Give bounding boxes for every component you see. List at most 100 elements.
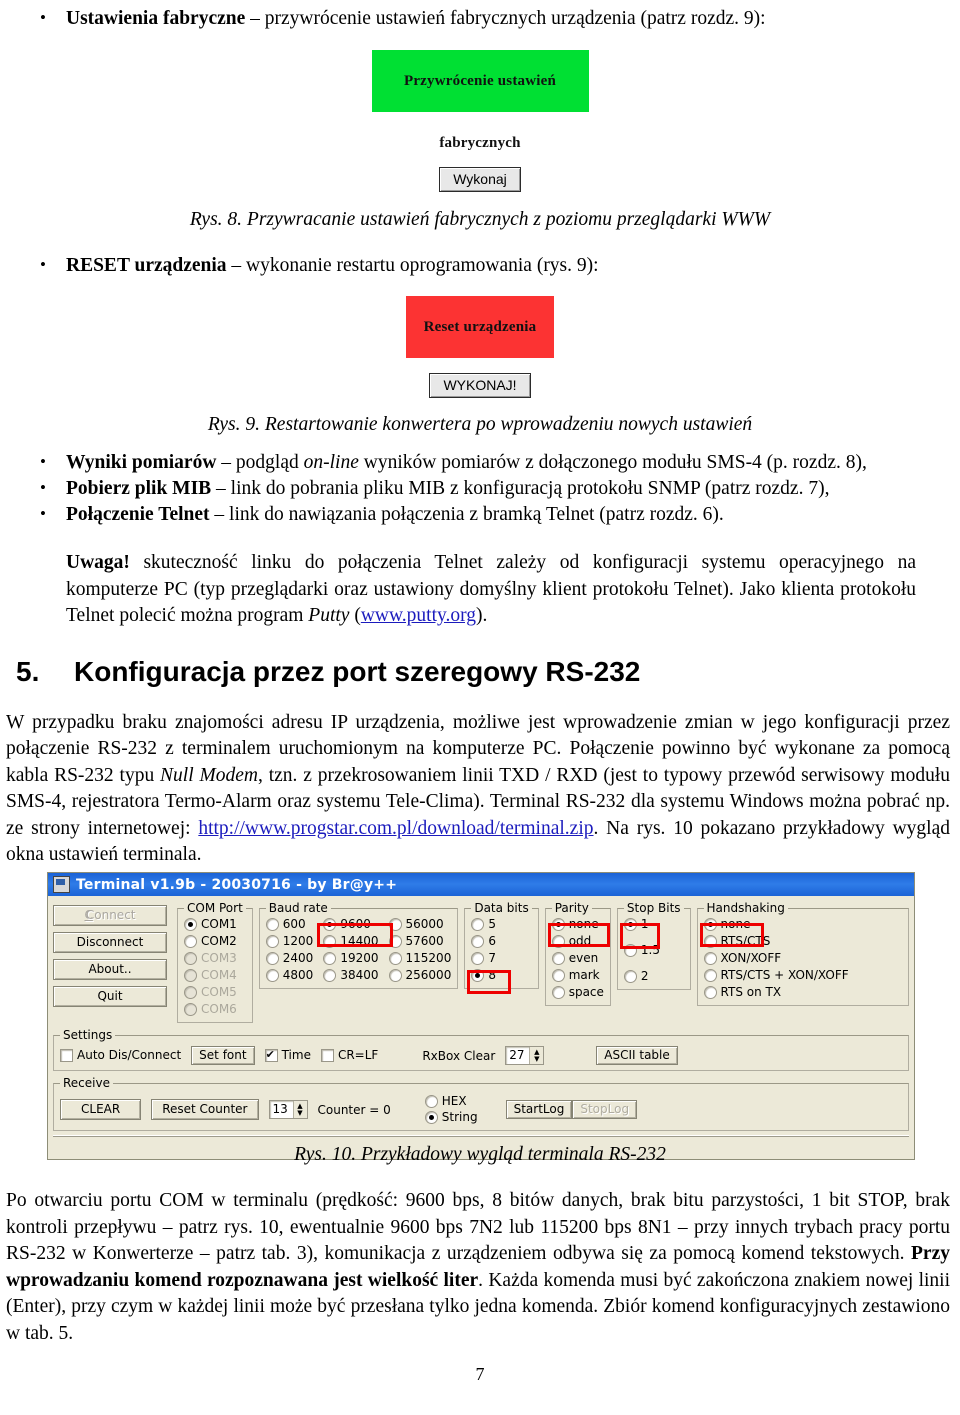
checkbox-icon[interactable]: [320, 1049, 334, 1062]
radio-icon[interactable]: [424, 1111, 438, 1124]
radio-icon[interactable]: [471, 935, 485, 948]
about-button[interactable]: About..: [53, 959, 167, 980]
section-number: 5.: [16, 655, 40, 687]
bullet-wyniki-pomiarow: Wyniki pomiarów – podgląd on-line wynikó…: [0, 449, 960, 476]
radio-icon[interactable]: [623, 944, 637, 957]
checkbox-icon[interactable]: [60, 1049, 73, 1062]
baud-option-2400[interactable]: 2400: [265, 951, 313, 966]
radio-icon[interactable]: [703, 986, 717, 999]
parity-option-space[interactable]: space: [551, 985, 604, 1000]
baud-option-9600[interactable]: 9600: [323, 917, 378, 932]
reset-counter-button[interactable]: Reset Counter: [151, 1099, 259, 1120]
parity-options: none odd even mark space: [551, 917, 604, 1000]
checkbox-icon[interactable]: [264, 1047, 278, 1062]
handshaking-legend: Handshaking: [706, 901, 785, 915]
baud-option-14400[interactable]: 14400: [323, 934, 379, 949]
stop-bits-option-2[interactable]: 2: [623, 969, 684, 984]
figure-8: Przywrócenie ustawień fabrycznych Wykona…: [0, 50, 960, 192]
radio-icon[interactable]: [703, 918, 717, 931]
radio-icon[interactable]: [703, 952, 717, 965]
radio-icon[interactable]: [388, 952, 402, 965]
handshaking-option-none[interactable]: none: [703, 917, 902, 932]
stop-bits-option-1-5[interactable]: 1.5: [623, 943, 684, 958]
baud-option-19200[interactable]: 19200: [323, 951, 379, 966]
radio-icon[interactable]: [551, 918, 565, 931]
receive-format-string[interactable]: String: [424, 1110, 478, 1125]
baud-option-38400[interactable]: 38400: [323, 968, 379, 983]
radio-icon[interactable]: [551, 986, 565, 999]
radio-icon[interactable]: [551, 969, 565, 982]
radio-icon[interactable]: [388, 935, 402, 948]
radio-icon[interactable]: [551, 952, 565, 965]
radio-icon[interactable]: [184, 918, 197, 931]
baud-option-115200[interactable]: 115200: [388, 951, 451, 966]
radio-icon[interactable]: [265, 935, 279, 948]
disconnect-button[interactable]: Disconnect: [53, 932, 167, 953]
receive-format-options: HEX String: [424, 1094, 478, 1125]
radio-icon[interactable]: [551, 935, 565, 948]
radio-icon[interactable]: [623, 918, 637, 931]
radio-icon[interactable]: [265, 918, 279, 931]
com-port-option-com1[interactable]: COM1: [184, 917, 246, 932]
radio-icon[interactable]: [424, 1095, 438, 1108]
stepper-arrows-icon[interactable]: ▲ ▼: [292, 1101, 307, 1118]
ascii-table-button[interactable]: ASCII table: [596, 1046, 678, 1065]
handshaking-option-rts-cts[interactable]: RTS/CTS: [703, 934, 902, 949]
stop-bits-option-1[interactable]: 1: [623, 917, 684, 932]
radio-icon[interactable]: [623, 970, 637, 983]
parity-option-none[interactable]: none: [551, 917, 604, 932]
handshaking-option-xon-xoff[interactable]: XON/XOFF: [703, 951, 902, 966]
quit-button[interactable]: Quit: [53, 986, 167, 1007]
connect-button[interactable]: CConnect: [53, 905, 167, 926]
radio-icon[interactable]: [471, 952, 485, 965]
radio-icon[interactable]: [323, 952, 337, 965]
data-bits-option-7[interactable]: 7: [471, 951, 531, 966]
stepper-arrows-icon[interactable]: ▲ ▼: [529, 1047, 544, 1064]
baud-option-600[interactable]: 600: [265, 917, 314, 932]
data-bits-option-5[interactable]: 5: [471, 917, 531, 932]
handshaking-option-rts-on-tx[interactable]: RTS on TX: [703, 985, 902, 1000]
handshaking-option-rts-cts-xon-xoff[interactable]: RTS/CTS + XON/XOFF: [703, 968, 902, 983]
radio-icon[interactable]: [703, 969, 717, 982]
parity-option-mark[interactable]: mark: [551, 968, 604, 983]
figure-10-caption: Rys. 10. Przykładowy wygląd terminala RS…: [294, 1144, 666, 1165]
baud-option-57600[interactable]: 57600: [388, 934, 452, 949]
clear-button[interactable]: CLEAR: [60, 1099, 142, 1120]
radio-icon[interactable]: [703, 935, 717, 948]
radio-icon[interactable]: [184, 935, 197, 948]
radio-icon[interactable]: [471, 918, 485, 931]
radio-icon[interactable]: [265, 969, 279, 982]
auto-dis-connect-checkbox[interactable]: Auto Dis/Connect: [60, 1048, 181, 1063]
radio-icon[interactable]: [388, 969, 402, 982]
baud-option-4800[interactable]: 4800: [265, 968, 313, 983]
wykonaj-button[interactable]: Wykonaj: [439, 167, 521, 192]
com-port-option-com4: COM4: [184, 968, 246, 983]
receive-format-hex[interactable]: HEX: [424, 1094, 478, 1109]
baud-option-256000[interactable]: 256000: [388, 968, 451, 983]
baud-option-1200[interactable]: 1200: [265, 934, 313, 949]
startlog-button[interactable]: StartLog: [505, 1100, 573, 1119]
set-font-button[interactable]: Set font: [191, 1046, 255, 1065]
radio-icon[interactable]: [471, 969, 485, 982]
com-port-option-com3: COM3: [184, 951, 246, 966]
wykonaj-upper-button[interactable]: WYKONAJ!: [429, 373, 531, 398]
putty-link[interactable]: www.putty.org: [361, 605, 476, 626]
bullet-ustawienia-fabryczne: Ustawienia fabryczne – przywrócenie usta…: [0, 5, 960, 32]
radio-icon[interactable]: [323, 935, 337, 948]
rxbox-clear-stepper[interactable]: 27 ▲ ▼: [505, 1046, 545, 1065]
terminal-download-link[interactable]: http://www.progstar.com.pl/download/term…: [198, 818, 593, 839]
radio-icon: [184, 986, 197, 999]
radio-icon[interactable]: [323, 918, 337, 931]
parity-option-even[interactable]: even: [551, 951, 604, 966]
com-port-option-com2[interactable]: COM2: [184, 934, 246, 949]
baud-option-56000[interactable]: 56000: [388, 917, 452, 932]
radio-icon[interactable]: [388, 918, 402, 931]
data-bits-option-6[interactable]: 6: [471, 934, 531, 949]
time-checkbox[interactable]: Time: [264, 1047, 311, 1063]
receive-counter-stepper[interactable]: 13 ▲ ▼: [268, 1100, 308, 1119]
radio-icon[interactable]: [265, 952, 279, 965]
crlf-checkbox[interactable]: CR=LF: [320, 1048, 378, 1063]
data-bits-option-8[interactable]: 8: [471, 968, 531, 983]
radio-icon[interactable]: [323, 969, 337, 982]
parity-option-odd[interactable]: odd: [551, 934, 604, 949]
